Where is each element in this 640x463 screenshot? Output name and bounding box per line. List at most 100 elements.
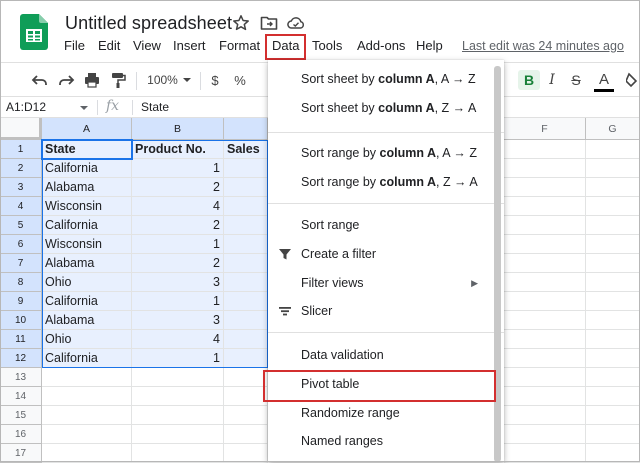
cell-state[interactable]: California: [42, 216, 132, 235]
cell-sales[interactable]: [224, 254, 268, 273]
cell-empty[interactable]: [504, 444, 586, 463]
paint-format-icon[interactable]: [108, 70, 128, 90]
cell-product-no[interactable]: 2: [132, 254, 224, 273]
cell-product-no[interactable]: 1: [132, 159, 224, 178]
cell-header-state[interactable]: State: [42, 140, 132, 159]
cell-empty[interactable]: [586, 311, 640, 330]
column-header-g[interactable]: G: [586, 118, 640, 140]
cell-state[interactable]: Alabama: [42, 254, 132, 273]
cell-product-no[interactable]: 3: [132, 311, 224, 330]
cell-state[interactable]: Ohio: [42, 330, 132, 349]
menu-item-slicer[interactable]: Slicer: [268, 297, 504, 325]
bold-button[interactable]: B: [518, 70, 540, 90]
print-icon[interactable]: [82, 70, 102, 90]
cell-empty[interactable]: [224, 406, 268, 425]
cell-empty[interactable]: [586, 330, 640, 349]
cell-state[interactable]: Wisconsin: [42, 197, 132, 216]
cell-empty[interactable]: [132, 368, 224, 387]
cell-state[interactable]: Alabama: [42, 311, 132, 330]
cell-empty[interactable]: [586, 273, 640, 292]
menu-item-sort-range-z-a[interactable]: Sort range by column A, Z → A: [268, 168, 504, 196]
cell-empty[interactable]: [504, 406, 586, 425]
row-header[interactable]: 8: [0, 273, 42, 292]
cell-empty[interactable]: [586, 425, 640, 444]
cell-empty[interactable]: [42, 368, 132, 387]
cell-header-sales[interactable]: Sales: [224, 140, 268, 159]
cell-empty[interactable]: [42, 387, 132, 406]
menu-help[interactable]: Help: [416, 38, 443, 53]
cell-empty[interactable]: [504, 254, 586, 273]
cell-product-no[interactable]: 2: [132, 178, 224, 197]
row-header[interactable]: 11: [0, 330, 42, 349]
menu-view[interactable]: View: [133, 38, 161, 53]
cell-empty[interactable]: [586, 444, 640, 463]
cell-header-product-no[interactable]: Product No.: [132, 140, 224, 159]
column-header-a[interactable]: A: [42, 118, 132, 140]
cell-empty[interactable]: [504, 140, 586, 159]
strikethrough-button[interactable]: S: [567, 70, 585, 90]
cell-state[interactable]: California: [42, 159, 132, 178]
cell-empty[interactable]: [586, 292, 640, 311]
cell-empty[interactable]: [224, 444, 268, 463]
menu-item-sort-range-a-z[interactable]: Sort range by column A, A → Z: [268, 139, 504, 167]
cell-product-no[interactable]: 1: [132, 292, 224, 311]
cell-empty[interactable]: [586, 368, 640, 387]
cell-empty[interactable]: [42, 406, 132, 425]
row-header[interactable]: 17: [0, 444, 42, 463]
cell-empty[interactable]: [224, 387, 268, 406]
cell-product-no[interactable]: 1: [132, 349, 224, 368]
cell-empty[interactable]: [586, 178, 640, 197]
row-header[interactable]: 15: [0, 406, 42, 425]
cell-empty[interactable]: [42, 425, 132, 444]
cell-empty[interactable]: [504, 330, 586, 349]
select-all-corner[interactable]: [0, 118, 42, 140]
cell-empty[interactable]: [504, 197, 586, 216]
row-header[interactable]: 9: [0, 292, 42, 311]
menu-format[interactable]: Format: [219, 38, 260, 53]
cell-empty[interactable]: [504, 216, 586, 235]
cell-state[interactable]: California: [42, 349, 132, 368]
row-header[interactable]: 7: [0, 254, 42, 273]
menu-item-randomize-range[interactable]: Randomize range: [268, 399, 504, 427]
cell-empty[interactable]: [504, 349, 586, 368]
row-header[interactable]: 16: [0, 425, 42, 444]
move-to-folder-icon[interactable]: [260, 14, 278, 32]
cell-sales[interactable]: [224, 292, 268, 311]
cell-empty[interactable]: [504, 159, 586, 178]
row-header[interactable]: 12: [0, 349, 42, 368]
cell-product-no[interactable]: 1: [132, 235, 224, 254]
menu-item-named-ranges[interactable]: Named ranges: [268, 427, 504, 455]
cell-empty[interactable]: [224, 368, 268, 387]
cell-empty[interactable]: [586, 387, 640, 406]
column-header-f[interactable]: F: [504, 118, 586, 140]
row-header[interactable]: 10: [0, 311, 42, 330]
cell-empty[interactable]: [504, 292, 586, 311]
star-icon[interactable]: [232, 14, 250, 32]
cell-state[interactable]: California: [42, 292, 132, 311]
cell-sales[interactable]: [224, 311, 268, 330]
cell-empty[interactable]: [586, 235, 640, 254]
menu-insert[interactable]: Insert: [173, 38, 206, 53]
cloud-status-icon[interactable]: [287, 14, 305, 32]
last-edit-link[interactable]: Last edit was 24 minutes ago: [462, 39, 624, 53]
menu-item-filter-views[interactable]: Filter views ▶: [268, 269, 504, 297]
redo-icon[interactable]: [56, 70, 76, 90]
menu-edit[interactable]: Edit: [98, 38, 120, 53]
cell-empty[interactable]: [504, 311, 586, 330]
cell-product-no[interactable]: 3: [132, 273, 224, 292]
cell-empty[interactable]: [586, 349, 640, 368]
menu-item-data-validation[interactable]: Data validation: [268, 341, 504, 369]
menu-item-sort-sheet-z-a[interactable]: Sort sheet by column A, Z → A: [268, 94, 504, 122]
cell-empty[interactable]: [586, 140, 640, 159]
cell-sales[interactable]: [224, 197, 268, 216]
cell-state[interactable]: Wisconsin: [42, 235, 132, 254]
row-header[interactable]: 6: [0, 235, 42, 254]
menu-add-ons[interactable]: Add-ons: [357, 38, 405, 53]
cell-empty[interactable]: [132, 425, 224, 444]
row-header[interactable]: 5: [0, 216, 42, 235]
row-header[interactable]: 3: [0, 178, 42, 197]
menu-file[interactable]: File: [64, 38, 85, 53]
row-header[interactable]: 14: [0, 387, 42, 406]
cell-product-no[interactable]: 2: [132, 216, 224, 235]
column-header-c[interactable]: [224, 118, 268, 140]
